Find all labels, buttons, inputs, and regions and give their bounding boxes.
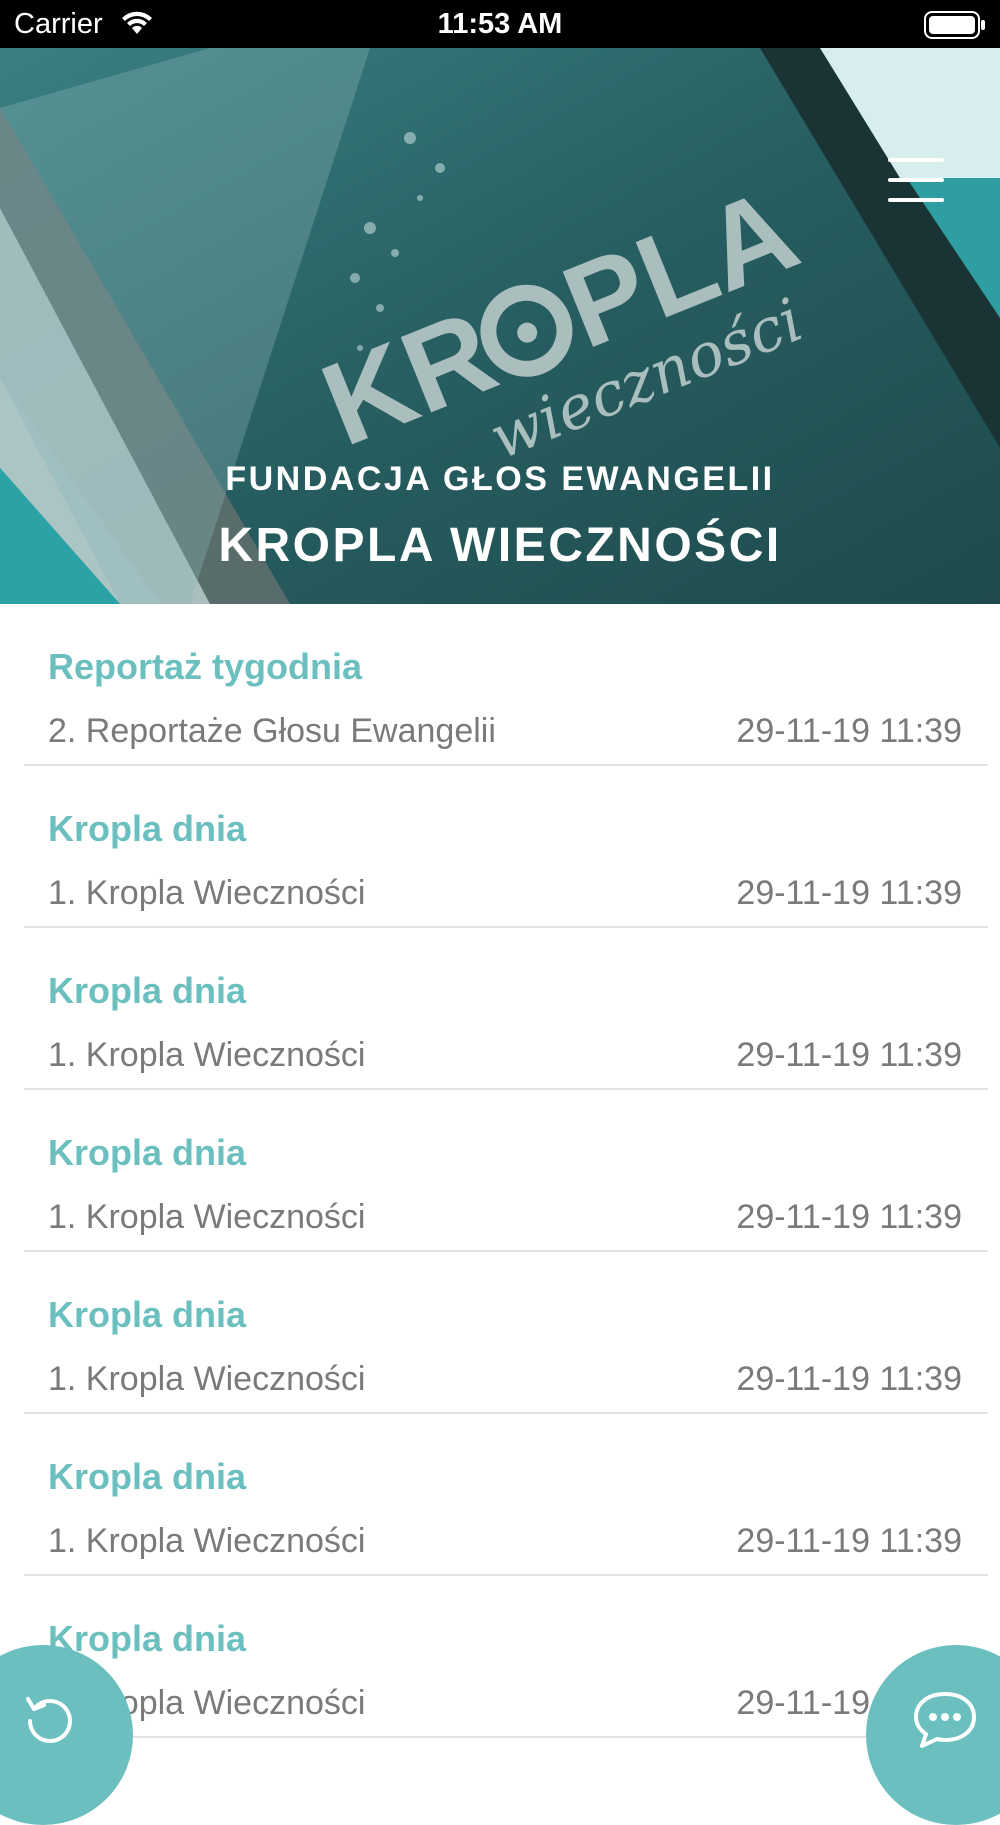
item-category: Kropla dnia: [48, 970, 247, 1011]
feed-item[interactable]: Kropla dnia 1. Kropla Wieczności 29-11-1…: [24, 766, 988, 928]
item-date: 29-11-19 11:39: [736, 1198, 962, 1236]
feed-list: Reportaż tygodnia 2. Reportaże Głosu Ewa…: [0, 604, 1000, 1738]
feed-item[interactable]: Kropla dnia 1. Kropla Wieczności 29-11-1…: [24, 1252, 988, 1414]
item-title: 1. Kropla Wieczności: [48, 1522, 366, 1560]
hamburger-menu-button[interactable]: [874, 154, 958, 210]
feed-item[interactable]: Reportaż tygodnia 2. Reportaże Głosu Ewa…: [24, 604, 988, 766]
hero-banner: KR PLA wieczności FUNDACJA GŁOS EWANGELI…: [0, 48, 1000, 604]
status-time: 11:53 AM: [437, 8, 563, 40]
hero-title: FUNDACJA GŁOS EWANGELII: [225, 460, 775, 498]
feed-item[interactable]: Kropla dnia 1. Kropla Wieczności 29-11-1…: [24, 1414, 988, 1576]
item-date: 29-11-19 11:39: [736, 1360, 962, 1398]
item-title: 1. Kropla Wieczności: [48, 1036, 366, 1074]
chat-bubble-icon: [914, 1692, 976, 1748]
item-category: Kropla dnia: [48, 1294, 247, 1335]
hero-subtitle: KROPLA WIECZNOŚCI: [218, 519, 782, 572]
hamburger-menu-icon: [888, 158, 944, 162]
feed-item[interactable]: Kropla dnia 1. Kropla Wieczności 29-11-1…: [24, 928, 988, 1090]
refresh-icon: [26, 1697, 72, 1743]
feed-item[interactable]: Kropla dnia 1. Kropla Wieczności 29-11-1…: [24, 1576, 988, 1738]
item-category: Kropla dnia: [48, 1132, 247, 1173]
item-title: 1. Kropla Wieczności: [48, 1360, 366, 1398]
status-bar: Carrier 11:53 AM: [0, 0, 1000, 48]
battery-icon: [924, 11, 985, 39]
item-date: 29-11-19 11:39: [736, 874, 962, 912]
item-category: Reportaż tygodnia: [48, 646, 363, 687]
feed-item[interactable]: Kropla dnia 1. Kropla Wieczności 29-11-1…: [24, 1090, 988, 1252]
item-category: Kropla dnia: [48, 1456, 247, 1497]
item-category: Kropla dnia: [48, 808, 247, 849]
item-date: 29-11-19 11:39: [736, 1522, 962, 1560]
item-title: 1. Kropla Wieczności: [48, 874, 366, 912]
item-date: 29-11-19 11:39: [736, 712, 962, 750]
item-title: 2. Reportaże Głosu Ewangelii: [48, 712, 496, 750]
item-date: 29-11-19 11:39: [736, 1036, 962, 1074]
item-title: 1. Kropla Wieczności: [48, 1198, 366, 1236]
